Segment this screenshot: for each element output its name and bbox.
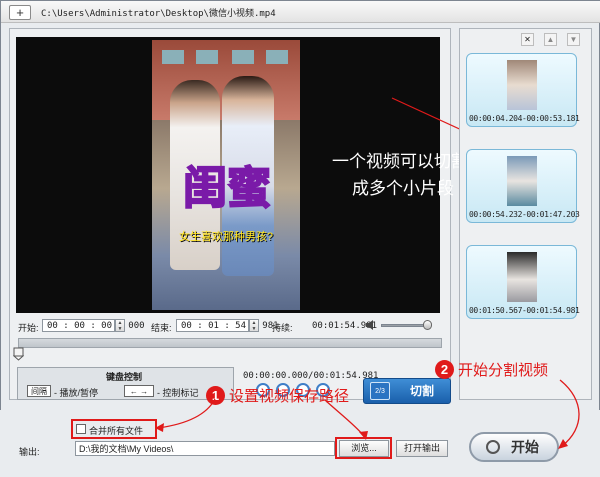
keyboard-control-panel: 键盘控制 间隔 - 播放/暂停 ← → - 控制标记 — [17, 367, 234, 400]
start-button[interactable]: 开始 — [469, 432, 559, 462]
space-key-desc: - 播放/暂停 — [54, 388, 98, 398]
clip-thumbnail — [507, 252, 537, 302]
clip-thumbnail — [507, 156, 537, 206]
merge-checkbox[interactable] — [76, 424, 86, 434]
delete-clip-icon[interactable]: ✕ — [521, 33, 534, 46]
start-label: 开始: — [18, 323, 39, 333]
open-output-button[interactable]: 打开输出 — [396, 440, 448, 457]
arrow-keys: ← → — [124, 385, 154, 397]
move-down-icon[interactable]: ▼ — [567, 33, 580, 46]
clip-time: 00:00:04.204-00:00:53.181 — [469, 114, 580, 123]
output-path-field[interactable]: D:\我的文档\My Videos\ — [75, 441, 335, 456]
note-line-1: 一个视频可以切割 — [332, 152, 468, 172]
start-time-spinner[interactable]: ▲ ▼ — [115, 319, 125, 332]
step1-badge: 1 — [206, 386, 225, 405]
video-overlay-title: 闺蜜 — [182, 162, 272, 215]
timeline-marker[interactable] — [13, 347, 24, 361]
browse-button[interactable]: 浏览... — [339, 440, 389, 457]
background-window — [266, 50, 288, 64]
file-path: C:\Users\Administrator\Desktop\微信小视频.mp4 — [41, 9, 276, 19]
space-key: 间隔 — [27, 385, 51, 397]
step1-text: 设置视频保存路径 — [229, 387, 350, 405]
clip-item[interactable]: 00:00:54.232-00:01:47.203 — [466, 149, 580, 223]
clip-thumbnail — [507, 60, 537, 110]
end-time-spinner[interactable]: ▲ ▼ — [249, 319, 259, 332]
start-time-field[interactable]: 00 : 00 : 00 . 000 — [42, 319, 145, 332]
clip-item[interactable]: 00:01:50.567-00:01:54.981 — [466, 245, 580, 319]
title-bar: + C:\Users\Administrator\Desktop\微信小视频.m… — [1, 1, 600, 23]
clip-time: 00:00:54.232-00:01:47.203 — [469, 210, 580, 219]
duration-label: 持续: — [272, 323, 293, 333]
cut-icon: 2/3 — [370, 382, 390, 400]
output-label: 输出: — [19, 447, 40, 457]
position-readout: 00:00:00.000/00:01:54.981 — [243, 371, 379, 381]
end-label: 结束: — [151, 323, 172, 333]
arrow-keys-desc: - 控制标记 — [157, 388, 199, 398]
end-time-field[interactable]: 00 : 01 : 54 . 981 — [176, 319, 279, 332]
step2-badge: 2 — [435, 360, 454, 379]
volume-slider-thumb[interactable] — [423, 320, 432, 330]
background-window — [162, 50, 184, 64]
clip-item[interactable]: 00:00:04.204-00:00:53.181 — [466, 53, 580, 127]
clip-time: 00:01:50.567-00:01:54.981 — [469, 306, 580, 315]
note-line-2: 成多个小片段 — [352, 179, 454, 199]
background-window — [232, 50, 254, 64]
volume-icon[interactable] — [365, 319, 377, 331]
keyboard-title: 键盘控制 — [106, 372, 143, 382]
background-window — [196, 50, 218, 64]
video-overlay-subtitle: 女生喜欢那种男孩? — [178, 231, 274, 243]
merge-label: 合并所有文件 — [89, 426, 144, 436]
timeline-track[interactable] — [18, 338, 442, 348]
refresh-icon — [486, 440, 500, 454]
video-frame: 闺蜜 女生喜欢那种男孩? — [152, 40, 300, 310]
add-file-button[interactable]: + — [9, 5, 31, 20]
step2-text: 开始分割视频 — [458, 361, 549, 379]
move-up-icon[interactable]: ▲ — [544, 33, 557, 46]
